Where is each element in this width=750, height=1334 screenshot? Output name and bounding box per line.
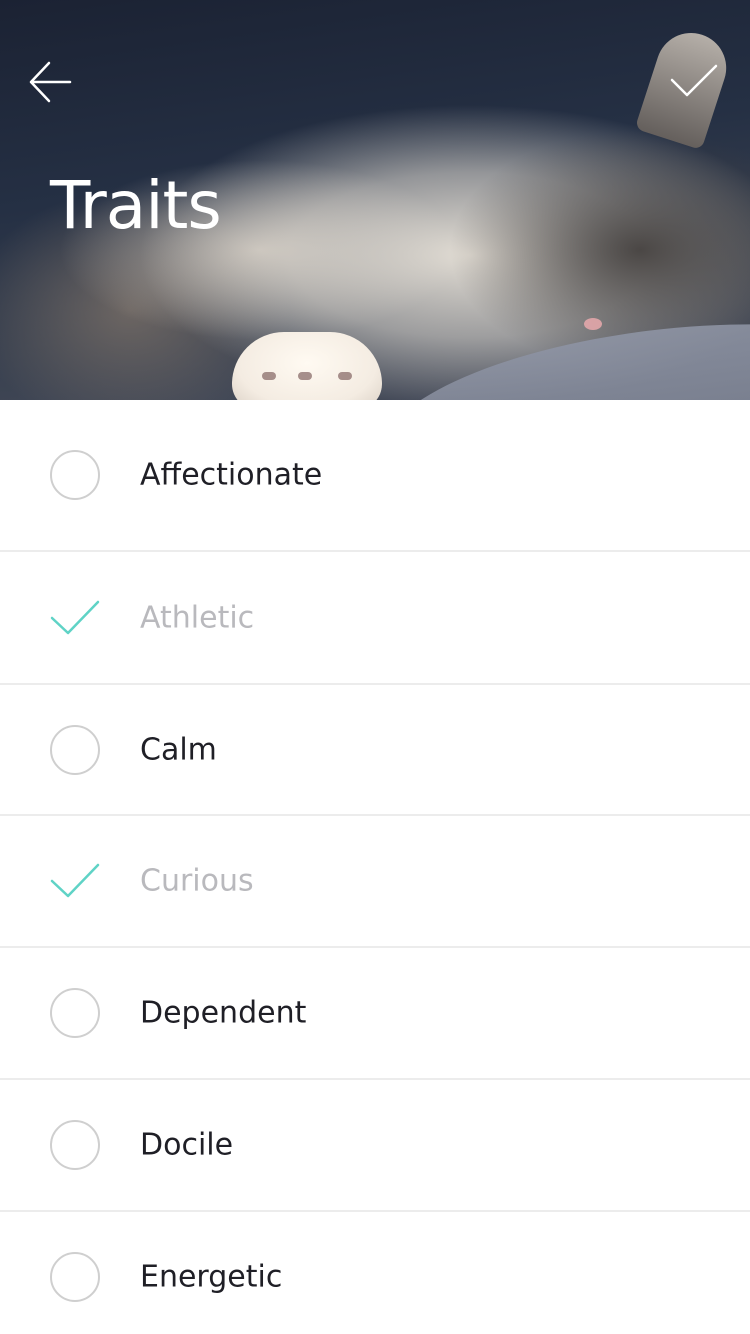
checkmark-icon [670,64,718,97]
trait-label: Curious [140,863,254,899]
done-button[interactable] [664,52,724,112]
trait-label: Affectionate [140,457,323,493]
cat-toe-shape [262,372,276,380]
couch-shape [371,296,750,400]
trait-label: Dependent [140,995,307,1031]
radio-circle [50,1120,100,1170]
radio-circle [50,1252,100,1302]
trait-label: Docile [140,1127,234,1163]
radio-circle [50,988,100,1038]
back-button[interactable] [20,52,80,112]
trait-label: Calm [140,732,217,767]
page-title: Traits [50,167,222,244]
trait-row[interactable]: Dependent [0,948,750,1080]
cat-paw-shape [232,332,382,400]
trait-row[interactable]: Energetic [0,1212,750,1334]
radio-circle-icon[interactable] [50,724,100,775]
radio-circle-icon[interactable] [50,1120,100,1170]
trait-row[interactable]: Affectionate [0,400,750,552]
cat-toe-shape [298,372,312,380]
radio-circle [50,724,100,775]
cat-nose-shape [584,318,602,330]
checkmark-icon[interactable] [50,593,100,643]
traits-list: Affectionate Athletic Calm Curious Dependent… [0,400,750,1334]
trait-label: Athletic [140,600,255,635]
trait-label: Energetic [140,1259,283,1295]
checkmark-icon[interactable] [50,856,100,906]
arrow-left-icon [29,61,72,103]
radio-circle-icon[interactable] [50,988,100,1038]
trait-row[interactable]: Calm [0,685,750,816]
traits-screen: Traits Affectionate Athletic Calm Curious De… [0,0,750,1334]
trait-row[interactable]: Athletic [0,552,750,685]
cat-toe-shape [338,372,352,380]
trait-row[interactable]: Curious [0,816,750,948]
radio-circle-icon[interactable] [50,450,100,500]
trait-row[interactable]: Docile [0,1080,750,1212]
header-cat-photo: Traits [0,0,750,400]
radio-circle-icon[interactable] [50,1252,100,1302]
radio-circle [50,450,100,500]
